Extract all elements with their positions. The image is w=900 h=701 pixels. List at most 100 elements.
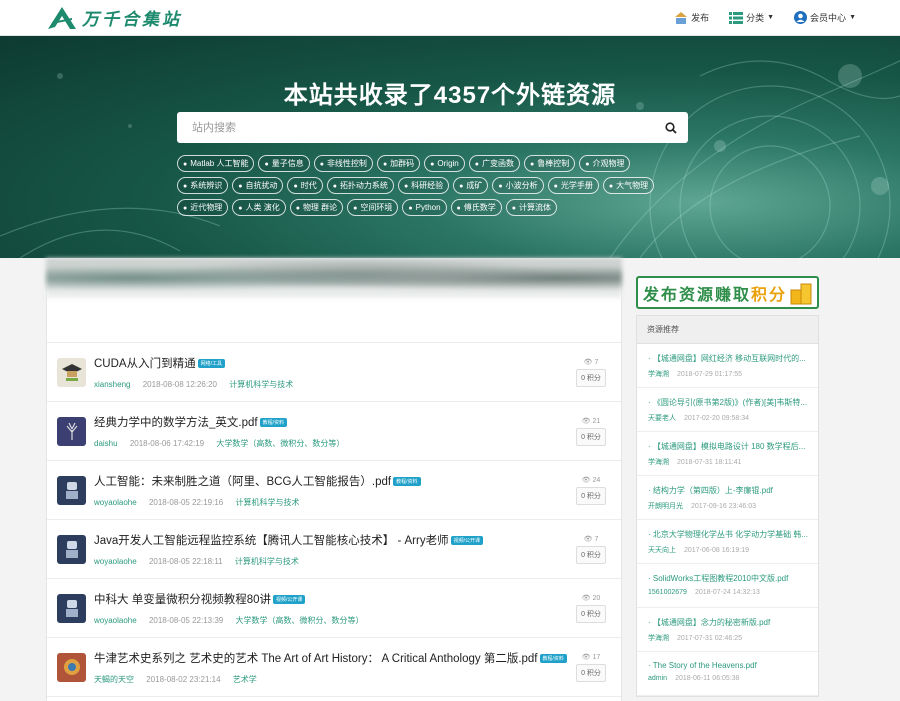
hero-background-art	[0, 55, 900, 258]
recommend-user[interactable]: 学海溯	[648, 371, 669, 378]
item-title-link[interactable]: CUDA从入门到精通 网络/工具	[94, 355, 571, 371]
nav-category-label: 分类	[746, 13, 765, 23]
tag-chip[interactable]: Matlab 人工智能	[177, 155, 255, 172]
item-meta: 天蝎的天空 2018-08-02 23:21:14 艺术学	[94, 674, 571, 685]
recommend-title[interactable]: · 北京大学物理化学丛书 化学动力学基础 韩...	[648, 529, 808, 540]
recommend-title[interactable]: · 《圆论导引(原书第2版)》(作者)[美]韦斯特...	[648, 397, 808, 408]
promo-text: 发布资源赚取积分	[643, 281, 787, 305]
recommend-title[interactable]: · 【城通网盘】念力的秘密新版.pdf	[648, 617, 808, 628]
tag-chip[interactable]: 光学手册	[547, 177, 599, 194]
tag-chip[interactable]: Origin	[424, 155, 465, 172]
item-thumbnail[interactable]	[57, 475, 86, 505]
recommend-date: 2017-09-16 23:46:03	[691, 503, 756, 510]
item-title-link[interactable]: 中科大 单变量微积分视频教程80讲 视频/公开课	[94, 591, 571, 607]
recommend-title[interactable]: · 结构力学（第四版）上-李廉锟.pdf	[648, 485, 808, 496]
tag-chip[interactable]: 拓扑动力系统	[326, 177, 394, 194]
item-date: 2018-08-05 22:18:11	[148, 556, 223, 566]
top-navbar: 万千合集站 发布 分类 ▼ 会员中心 ▼	[0, 0, 900, 36]
item-thumbnail[interactable]	[57, 652, 86, 682]
view-count-value: 17	[592, 653, 601, 661]
recommend-user[interactable]: admin	[648, 675, 667, 682]
tag-chip[interactable]: 人类 演化	[232, 199, 286, 216]
tag-chip[interactable]: 自抗扰动	[232, 177, 284, 194]
recommend-user[interactable]: 天要老人	[648, 415, 676, 422]
item-date: 2018-08-02 23:21:14	[146, 674, 221, 684]
tag-chip[interactable]: 时代	[287, 177, 323, 194]
recommend-user[interactable]: 学海溯	[648, 459, 669, 466]
recommend-item: · SolidWorks工程图教程2010中文版.pdf 1561002679 2…	[637, 564, 818, 608]
scholar-icon	[61, 364, 82, 381]
site-logo[interactable]: 万千合集站	[46, 5, 182, 31]
tag-chip[interactable]: 计算流体	[505, 199, 558, 216]
recommend-user[interactable]: 开朗明月光	[648, 503, 683, 510]
item-thumbnail[interactable]	[57, 357, 86, 387]
tag-chip[interactable]: 非线性控制	[313, 155, 373, 172]
publish-promo-banner[interactable]: 发布资源赚取积分	[636, 276, 819, 309]
item-author[interactable]: 天蝎的天空	[94, 675, 134, 684]
recommend-user[interactable]: 天天向上	[648, 547, 676, 554]
recommend-item: · 【城通网盘】网红经济 移动互联网时代的... 学海溯 2018-07-29 0…	[637, 344, 818, 388]
item-category[interactable]: 计算机科学与技术	[235, 557, 299, 566]
category-badge: 教程/资料	[393, 476, 421, 486]
tag-chip[interactable]: 空间环境	[347, 199, 399, 216]
item-author[interactable]: woyaolaohe	[94, 616, 137, 625]
item-category[interactable]: 计算机科学与技术	[235, 498, 299, 507]
tag-chip[interactable]: 成矿	[453, 177, 489, 194]
list-icon	[729, 11, 744, 24]
recommend-user[interactable]: 学海溯	[648, 635, 669, 642]
points-badge: 0 积分	[576, 663, 606, 682]
item-date: 2018-08-05 22:13:39	[148, 615, 224, 625]
tag-chip[interactable]: 广变函数	[468, 155, 520, 172]
item-title-link[interactable]: 人工智能：未来制胜之道（阿里、BCG人工智能报告）.pdf 教程/资料	[94, 473, 571, 489]
tag-chip[interactable]: 大气物理	[602, 177, 655, 194]
promo-text-main: 发布资源赚取	[643, 284, 752, 304]
item-author[interactable]: woyaolaohe	[94, 557, 137, 566]
tag-chip[interactable]: 科研经验	[397, 177, 450, 194]
item-author[interactable]: woyaolaohe	[94, 498, 137, 507]
tag-chip[interactable]: 小波分析	[492, 177, 544, 194]
item-category[interactable]: 艺术学	[233, 675, 257, 684]
recommend-title[interactable]: · SolidWorks工程图教程2010中文版.pdf	[648, 573, 808, 584]
tag-chip[interactable]: Python	[402, 199, 447, 216]
nav-publish-label: 发布	[691, 13, 710, 23]
item-thumbnail[interactable]	[57, 593, 86, 623]
chevron-down-icon: ▼	[767, 14, 775, 21]
tag-chip[interactable]: 系统辨识	[177, 177, 229, 194]
item-title-link[interactable]: 牛津艺术史系列之 艺术史的艺术 The Art of Art History： …	[94, 650, 571, 666]
item-title-link[interactable]: Java开发人工智能远程监控系统【腾讯人工智能核心技术】 - Arry老师 视频/…	[94, 532, 571, 548]
tag-chip[interactable]: 鲁棒控制	[523, 155, 576, 172]
top-nav: 发布 分类 ▼ 会员中心 ▼	[674, 11, 856, 24]
item-thumbnail[interactable]	[57, 534, 86, 564]
blurred-banner-strip	[46, 258, 622, 298]
view-count-value: 21	[592, 417, 601, 425]
tag-chip[interactable]: 物理 群论	[289, 199, 344, 216]
list-item: 人工智能：未来制胜之道（阿里、BCG人工智能报告）.pdf 教程/资料 woyao…	[47, 461, 621, 520]
tag-chip[interactable]: 近代物理	[177, 199, 229, 216]
recommend-title[interactable]: · 【城通网盘】网红经济 移动互联网时代的...	[648, 353, 808, 364]
tag-chip[interactable]: 傅氏数学	[450, 199, 502, 216]
item-author[interactable]: xiansheng	[94, 380, 130, 389]
item-category[interactable]: 计算机科学与技术	[229, 380, 293, 389]
item-category[interactable]: 大学数学（高数、微积分、数分等）	[235, 616, 363, 625]
item-title-link[interactable]: 经典力学中的数学方法_英文.pdf 教程/资料	[94, 414, 571, 430]
search-button[interactable]	[654, 121, 688, 134]
recommend-user[interactable]: 1561002679	[648, 589, 687, 596]
nav-member-center[interactable]: 会员中心 ▼	[794, 11, 856, 24]
chevron-down-icon: ▼	[849, 14, 856, 21]
item-thumbnail[interactable]	[57, 416, 86, 446]
item-meta: woyaolaohe 2018-08-05 22:19:16 计算机科学与技术	[94, 497, 571, 508]
points-badge: 0 积分	[576, 545, 606, 564]
tag-chip[interactable]: 介观物理	[579, 155, 631, 172]
item-category[interactable]: 大学数学（高数、微积分、数分等）	[216, 439, 344, 448]
recommend-title[interactable]: · 【城通网盘】模拟电路设计 180 数学程后...	[648, 441, 808, 452]
item-author[interactable]: daishu	[94, 439, 118, 448]
tag-chip[interactable]: 加群码	[376, 155, 421, 172]
recommend-title[interactable]: · The Story of the Heavens.pdf	[648, 661, 808, 670]
nav-publish[interactable]: 发布	[674, 11, 709, 24]
search-input[interactable]	[177, 113, 654, 142]
tag-chip[interactable]: 量子信息	[258, 155, 310, 172]
upload-icon	[675, 11, 688, 24]
nav-category[interactable]: 分类 ▼	[729, 11, 774, 24]
recommend-date: 2018-07-31 18:11:41	[677, 459, 742, 466]
view-count-value: 24	[592, 476, 601, 484]
